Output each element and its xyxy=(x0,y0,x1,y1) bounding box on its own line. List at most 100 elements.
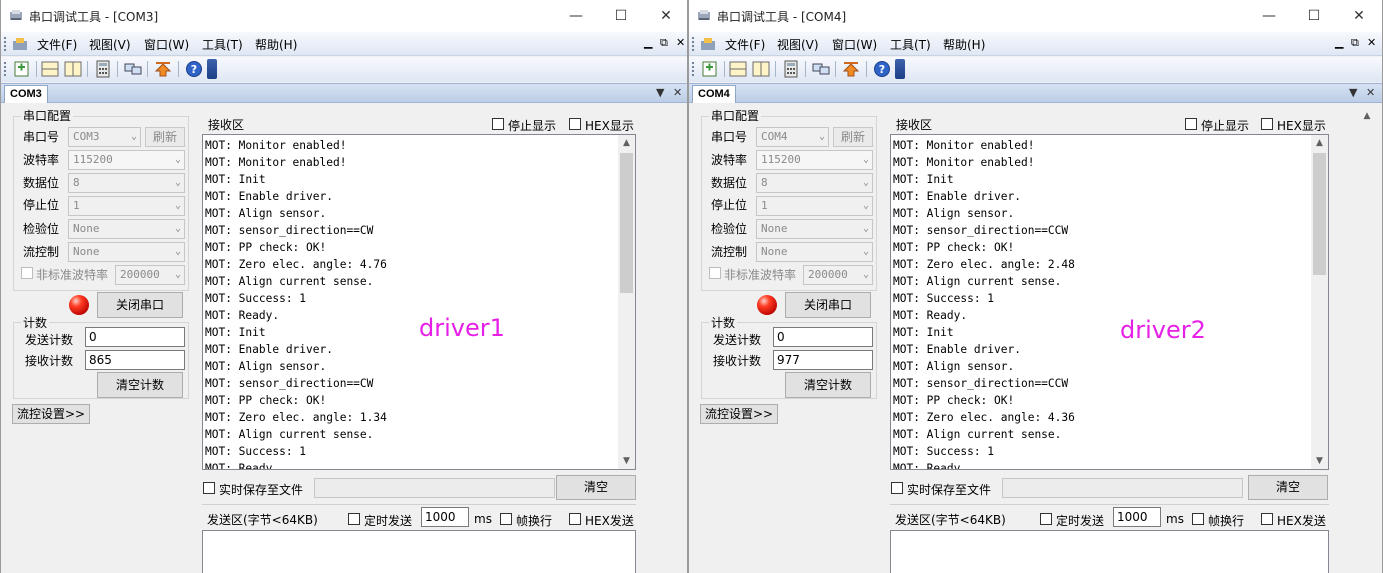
flow-settings-button[interactable]: 流控设置>> xyxy=(12,404,90,424)
menu-window[interactable]: 窗口(W) xyxy=(832,36,877,53)
calculator-icon[interactable] xyxy=(781,60,801,78)
split-v-icon[interactable] xyxy=(751,60,771,78)
hex-send-checkbox[interactable] xyxy=(569,513,581,525)
scroll-up-icon[interactable]: ▲ xyxy=(1311,135,1328,151)
flow-select[interactable]: None ⌄ xyxy=(68,242,185,262)
port-select[interactable]: COM3 ⌄ xyxy=(68,127,141,147)
nonstd-baud-checkbox[interactable] xyxy=(709,267,721,279)
outer-scrollbar[interactable]: ▲ xyxy=(1361,104,1373,573)
flow-settings-button[interactable]: 流控设置>> xyxy=(700,404,778,424)
realtime-save-checkbox[interactable] xyxy=(891,482,903,494)
mdi-close-icon[interactable]: ✕ xyxy=(676,36,685,49)
send-textarea[interactable] xyxy=(202,530,636,573)
help-icon[interactable]: ? xyxy=(872,60,892,78)
minimize-icon[interactable]: — xyxy=(1247,4,1291,28)
data-bits-select[interactable]: 8 ⌄ xyxy=(68,173,185,193)
close-icon[interactable]: ✕ xyxy=(1337,4,1381,28)
scroll-up-icon[interactable]: ▲ xyxy=(1361,108,1373,124)
menu-view[interactable]: 视图(V) xyxy=(89,36,131,53)
frame-newline-checkbox[interactable] xyxy=(1192,513,1204,525)
mdi-minimize-icon[interactable]: ▁ xyxy=(1335,36,1343,49)
tab-close-icon[interactable]: ✕ xyxy=(1366,86,1375,99)
stop-bits-select[interactable]: 1 ⌄ xyxy=(68,196,185,216)
split-v-icon[interactable] xyxy=(63,60,83,78)
menu-tools[interactable]: 工具(T) xyxy=(202,36,243,53)
close-port-button[interactable]: 关闭串口 xyxy=(785,292,871,318)
save-path-field[interactable] xyxy=(1002,478,1243,498)
split-h-icon[interactable] xyxy=(728,60,748,78)
calculator-icon[interactable] xyxy=(93,60,113,78)
scroll-up-icon[interactable]: ▲ xyxy=(618,135,635,151)
mdi-restore-icon[interactable]: ⧉ xyxy=(660,36,668,50)
timed-send-checkbox[interactable] xyxy=(1040,513,1052,525)
mdi-close-icon[interactable]: ✕ xyxy=(1367,36,1376,49)
data-bits-select[interactable]: 8 ⌄ xyxy=(756,173,873,193)
maximize-icon[interactable]: ☐ xyxy=(599,4,643,28)
send-count-field[interactable]: 0 xyxy=(773,327,873,347)
menu-tools[interactable]: 工具(T) xyxy=(890,36,931,53)
upload-icon[interactable] xyxy=(841,60,861,78)
scroll-thumb[interactable] xyxy=(1313,153,1326,275)
receive-textarea[interactable]: MOT: Monitor enabled! MOT: Monitor enabl… xyxy=(890,134,1329,470)
realtime-save-checkbox[interactable] xyxy=(203,482,215,494)
menu-help[interactable]: 帮助(H) xyxy=(943,36,985,53)
baud-select[interactable]: 115200 ⌄ xyxy=(68,150,185,170)
tab-com3[interactable]: COM3 xyxy=(4,85,48,103)
maximize-icon[interactable]: ☐ xyxy=(1292,4,1336,28)
receive-scrollbar[interactable]: ▲ ▼ xyxy=(1311,135,1328,469)
stop-display-checkbox[interactable] xyxy=(1185,118,1197,130)
clear-count-button[interactable]: 清空计数 xyxy=(97,372,183,398)
interval-field[interactable]: 1000 xyxy=(421,507,469,527)
flow-select[interactable]: None ⌄ xyxy=(756,242,873,262)
tab-list-icon[interactable]: ▼ xyxy=(656,86,664,99)
interval-field[interactable]: 1000 xyxy=(1113,507,1161,527)
toolbar-overflow-icon[interactable] xyxy=(207,59,217,79)
split-h-icon[interactable] xyxy=(40,60,60,78)
recv-count-field[interactable]: 977 xyxy=(773,350,873,370)
nonstd-baud-checkbox[interactable] xyxy=(21,267,33,279)
port-select[interactable]: COM4 ⌄ xyxy=(756,127,829,147)
clear-recv-button[interactable]: 清空 xyxy=(556,475,636,500)
menu-help[interactable]: 帮助(H) xyxy=(255,36,297,53)
nonstd-baud-select[interactable]: 200000 ⌄ xyxy=(115,265,185,285)
hex-send-checkbox[interactable] xyxy=(1261,513,1273,525)
hex-display-checkbox[interactable] xyxy=(1261,118,1273,130)
new-icon[interactable] xyxy=(12,60,32,78)
timed-send-checkbox[interactable] xyxy=(348,513,360,525)
send-count-field[interactable]: 0 xyxy=(85,327,185,347)
new-icon[interactable] xyxy=(700,60,720,78)
minimize-icon[interactable]: — xyxy=(554,4,598,28)
nonstd-baud-select[interactable]: 200000 ⌄ xyxy=(803,265,873,285)
menu-window[interactable]: 窗口(W) xyxy=(144,36,189,53)
upload-icon[interactable] xyxy=(153,60,173,78)
menu-file[interactable]: 文件(F) xyxy=(37,36,77,53)
stop-bits-select[interactable]: 1 ⌄ xyxy=(756,196,873,216)
tab-com4[interactable]: COM4 xyxy=(692,85,736,103)
stop-display-checkbox[interactable] xyxy=(492,118,504,130)
parity-select[interactable]: None ⌄ xyxy=(68,219,185,239)
refresh-button[interactable]: 刷新 xyxy=(833,127,873,147)
scroll-thumb[interactable] xyxy=(620,153,633,293)
clear-recv-button[interactable]: 清空 xyxy=(1248,475,1328,500)
network-icon[interactable] xyxy=(811,60,831,78)
close-icon[interactable]: ✕ xyxy=(644,4,687,28)
scroll-down-icon[interactable]: ▼ xyxy=(618,453,635,469)
send-textarea[interactable] xyxy=(890,530,1329,573)
mdi-restore-icon[interactable]: ⧉ xyxy=(1351,36,1359,50)
recv-count-field[interactable]: 865 xyxy=(85,350,185,370)
receive-scrollbar[interactable]: ▲ ▼ xyxy=(618,135,635,469)
save-path-field[interactable] xyxy=(314,478,555,498)
network-icon[interactable] xyxy=(123,60,143,78)
clear-count-button[interactable]: 清空计数 xyxy=(785,372,871,398)
toolbar-overflow-icon[interactable] xyxy=(895,59,905,79)
hex-display-checkbox[interactable] xyxy=(569,118,581,130)
close-port-button[interactable]: 关闭串口 xyxy=(97,292,183,318)
menu-file[interactable]: 文件(F) xyxy=(725,36,765,53)
help-icon[interactable]: ? xyxy=(184,60,204,78)
refresh-button[interactable]: 刷新 xyxy=(145,127,185,147)
baud-select[interactable]: 115200 ⌄ xyxy=(756,150,873,170)
frame-newline-checkbox[interactable] xyxy=(500,513,512,525)
tab-close-icon[interactable]: ✕ xyxy=(673,86,682,99)
tab-list-icon[interactable]: ▼ xyxy=(1349,86,1357,99)
scroll-down-icon[interactable]: ▼ xyxy=(1311,453,1328,469)
